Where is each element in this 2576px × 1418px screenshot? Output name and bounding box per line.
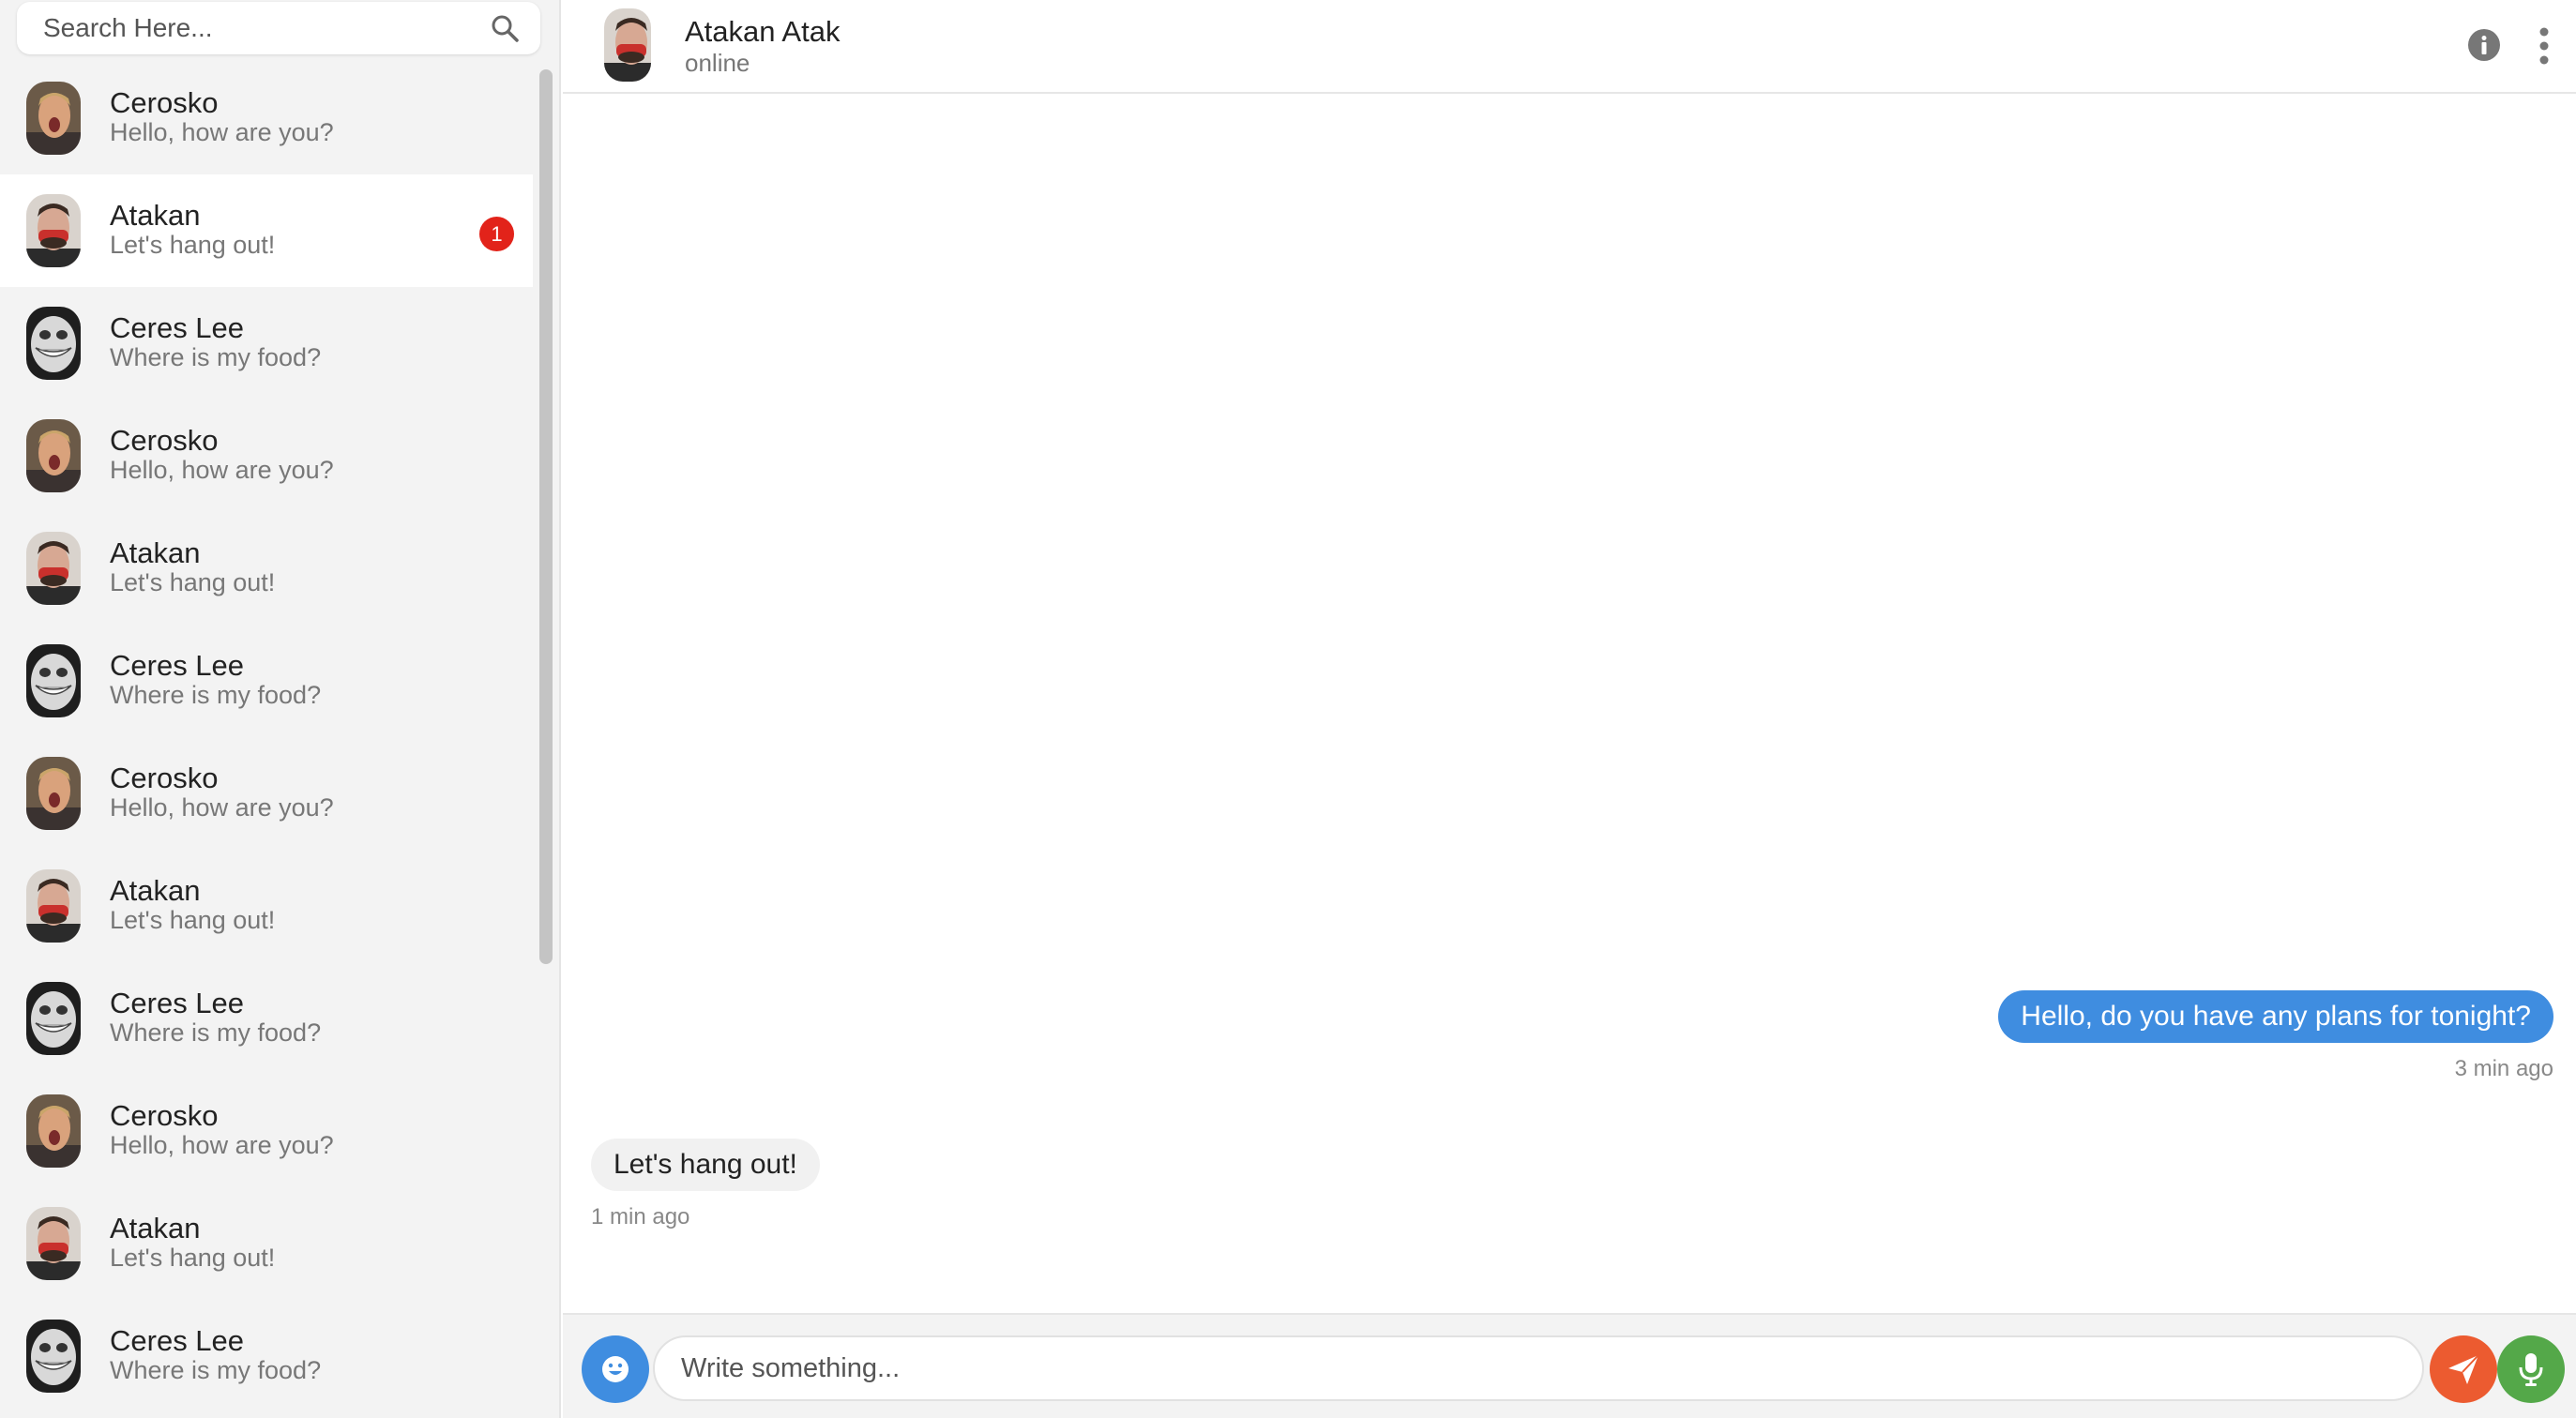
chat-list-item[interactable]: Ceres Lee Where is my food?	[0, 287, 533, 400]
chat-app: CeroskoHello, how are you?AtakanLet's ha…	[0, 0, 2576, 1418]
avatar	[26, 644, 81, 717]
avatar	[26, 982, 81, 1055]
chat-header: Atakan Atak online	[563, 0, 2576, 94]
chat-preview: Where is my food?	[110, 343, 322, 371]
chat-list: Cerosko Hello, how are you? Atakan Let's ha…	[0, 62, 533, 1412]
chat-name: Atakan	[110, 1212, 201, 1245]
chat-name: Ceres Lee	[110, 1324, 245, 1357]
more-vertical-icon[interactable]	[2533, 26, 2555, 66]
search-input[interactable]	[43, 2, 475, 54]
mic-button[interactable]	[2497, 1335, 2565, 1403]
emoji-button[interactable]	[582, 1335, 649, 1403]
avatar	[26, 757, 81, 830]
chat-list-item[interactable]: Atakan Let's hang out!	[0, 850, 533, 962]
contact-name: Atakan Atak	[685, 15, 841, 48]
microphone-icon	[2519, 1353, 2543, 1386]
chat-preview: Where is my food?	[110, 1356, 322, 1384]
chat-name: Cerosko	[110, 762, 219, 794]
emoji-icon	[602, 1356, 629, 1382]
chat-name: Cerosko	[110, 424, 219, 457]
chat-name: Atakan	[110, 874, 201, 907]
chat-name: Atakan	[110, 199, 201, 232]
message-composer	[563, 1313, 2576, 1418]
chat-preview: Let's hang out!	[110, 231, 276, 259]
chat-preview: Hello, how are you?	[110, 456, 334, 484]
chat-list-item[interactable]: Cerosko Hello, how are you?	[0, 400, 533, 512]
chat-name: Cerosko	[110, 1099, 219, 1132]
incoming-message: Let's hang out!	[591, 1139, 820, 1191]
search-icon[interactable]	[490, 13, 520, 43]
chat-preview: Hello, how are you?	[110, 118, 334, 146]
chat-name: Ceres Lee	[110, 649, 245, 682]
sidebar: CeroskoHello, how are you?AtakanLet's ha…	[0, 0, 561, 1418]
chat-list-item[interactable]: Atakan Let's hang out!	[0, 1187, 533, 1300]
chat-name: Cerosko	[110, 86, 219, 119]
avatar	[26, 1207, 81, 1280]
chat-list-item[interactable]: Atakan Let's hang out!	[0, 512, 533, 625]
chat-name: Ceres Lee	[110, 987, 245, 1019]
avatar	[26, 869, 81, 943]
incoming-message-time: 1 min ago	[591, 1204, 690, 1229]
chat-preview: Where is my food?	[110, 1018, 322, 1047]
info-icon[interactable]	[2467, 28, 2501, 62]
outgoing-message: Hello, do you have any plans for tonight…	[1998, 990, 2553, 1043]
avatar	[26, 1320, 81, 1393]
sidebar-scrollbar-thumb[interactable]	[539, 69, 553, 964]
avatar	[26, 419, 81, 492]
avatar	[26, 307, 81, 380]
contact-status: online	[685, 49, 750, 77]
send-icon	[2448, 1354, 2479, 1384]
chat-preview: Let's hang out!	[110, 568, 276, 596]
chat-preview: Hello, how are you?	[110, 793, 334, 822]
avatar	[26, 194, 81, 267]
chat-preview: Hello, how are you?	[110, 1131, 334, 1159]
chat-list-item[interactable]: Ceres Lee Where is my food?	[0, 625, 533, 737]
chat-preview: Where is my food?	[110, 681, 322, 709]
chat-name: Atakan	[110, 536, 201, 569]
search-box	[17, 2, 540, 54]
send-button[interactable]	[2430, 1335, 2497, 1403]
header-avatar[interactable]	[604, 8, 651, 82]
chat-list-item[interactable]: Cerosko Hello, how are you?	[0, 1075, 533, 1187]
chat-list-item[interactable]: Cerosko Hello, how are you?	[0, 62, 533, 174]
chat-preview: Let's hang out!	[110, 1244, 276, 1272]
chat-list-item[interactable]: Cerosko Hello, how are you?	[0, 737, 533, 850]
chat-list-item[interactable]: Ceres Lee Where is my food?	[0, 962, 533, 1075]
unread-badge: 1	[479, 217, 514, 251]
avatar	[26, 532, 81, 605]
message-area: Hello, do you have any plans for tonight…	[563, 94, 2576, 1313]
sidebar-scrollbar[interactable]	[533, 62, 559, 1418]
avatar	[26, 82, 81, 155]
chat-preview: Let's hang out!	[110, 906, 276, 934]
chat-name: Ceres Lee	[110, 311, 245, 344]
message-input[interactable]	[653, 1335, 2424, 1401]
outgoing-message-time: 3 min ago	[2454, 1056, 2553, 1081]
chat-list-item[interactable]: Atakan Let's hang out! 1	[0, 174, 533, 287]
avatar	[26, 1094, 81, 1168]
chat-list-item[interactable]: Ceres Lee Where is my food?	[0, 1300, 533, 1412]
